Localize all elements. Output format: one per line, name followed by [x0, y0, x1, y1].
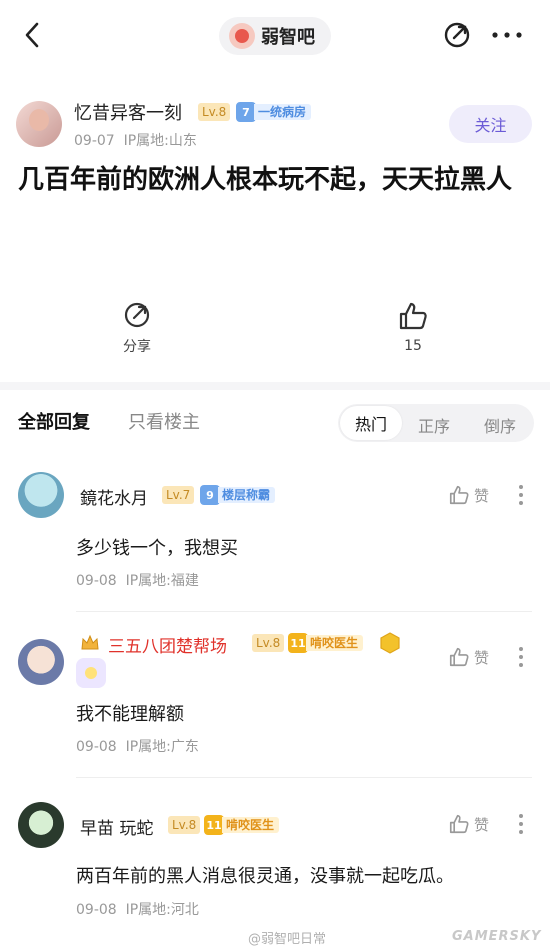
sort-ascending[interactable]: 正序 — [418, 413, 450, 437]
crown-icon — [80, 633, 100, 653]
like-count: 15 — [404, 338, 422, 354]
gem-icon: 9 — [200, 485, 220, 505]
comment-username[interactable]: 三五八团楚帮场 — [108, 632, 227, 657]
thumbs-up-icon — [399, 302, 427, 330]
comment-username[interactable]: 鏡花水月 — [80, 484, 148, 509]
emoji-badge-icon — [76, 658, 106, 688]
share-action[interactable]: 分享 — [97, 300, 177, 356]
share-label: 分享 — [123, 339, 151, 355]
avatar[interactable] — [18, 472, 64, 518]
forum-pill[interactable]: 弱智吧 — [219, 17, 331, 55]
avatar[interactable] — [18, 802, 64, 848]
fan-tag: 11 啃咬医生 — [204, 815, 280, 835]
thumbs-up-icon — [449, 647, 469, 667]
op-avatar[interactable] — [16, 101, 62, 147]
comment-date: 09-08 — [76, 573, 117, 589]
share-icon[interactable] — [442, 20, 472, 50]
more-options-icon[interactable] — [490, 23, 524, 47]
comment-ip: IP属地:河北 — [125, 902, 199, 918]
back-arrow-icon[interactable] — [18, 20, 48, 50]
comment-meta: 09-08 IP属地:福建 — [76, 570, 199, 590]
follow-button[interactable]: 关注 — [449, 105, 532, 143]
fan-tag-label: 啃咬医生 — [306, 635, 364, 651]
post-meta: 09-07 IP属地:山东 — [74, 130, 197, 150]
like-action[interactable]: 15 — [373, 300, 453, 354]
comment-like-button[interactable]: 赞 — [448, 484, 489, 506]
level-badge: Lv.8 — [198, 103, 231, 121]
like-label: 赞 — [474, 486, 490, 505]
fan-tag: 11 啃咬医生 — [288, 633, 364, 653]
forum-avatar — [229, 23, 255, 49]
comment-text: 我不能理解额 — [76, 704, 184, 725]
like-label: 赞 — [474, 815, 490, 834]
comment-meta: 09-08 IP属地:河北 — [76, 899, 199, 919]
post-ip: IP属地:山东 — [123, 133, 197, 149]
post-title: 几百年前的欧洲人根本玩不起，天天拉黑人 — [18, 165, 513, 195]
comment-ip: IP属地:福建 — [125, 573, 199, 589]
more-options-icon[interactable] — [516, 646, 526, 668]
honeycomb-icon — [378, 631, 402, 655]
post-date: 09-07 — [74, 133, 115, 149]
like-label: 赞 — [474, 648, 490, 667]
comment-username[interactable]: 早苗 玩蛇 — [80, 814, 153, 839]
comment-meta: 09-08 IP属地:广东 — [76, 736, 199, 756]
gem-icon: 11 — [204, 815, 224, 835]
comment-like-button[interactable]: 赞 — [448, 813, 489, 835]
watermark-brand: GAMERSKY — [452, 929, 542, 944]
avatar[interactable] — [18, 639, 64, 685]
comment-like-button[interactable]: 赞 — [448, 646, 489, 668]
more-options-icon[interactable] — [516, 813, 526, 835]
gem-icon: 7 — [236, 102, 256, 122]
tab-op-only[interactable]: 只看楼主 — [128, 408, 200, 434]
thumbs-up-icon — [449, 485, 469, 505]
level-badge: Lv.7 — [162, 486, 195, 504]
level-badge: Lv.8 — [252, 634, 285, 652]
level-badge: Lv.8 — [168, 816, 201, 834]
fan-tag: 7 一统病房 — [236, 102, 312, 122]
gem-icon: 11 — [288, 633, 308, 653]
sort-hot[interactable]: 热门 — [340, 406, 402, 440]
forum-name: 弱智吧 — [261, 27, 315, 48]
share-icon — [124, 302, 150, 328]
comment-date: 09-08 — [76, 902, 117, 918]
comment-date: 09-08 — [76, 739, 117, 755]
sort-descending[interactable]: 倒序 — [484, 413, 516, 437]
fan-tag-label: 一统病房 — [254, 104, 312, 120]
comment-separator — [76, 777, 532, 778]
fan-tag-label: 啃咬医生 — [222, 817, 280, 833]
tab-all-replies[interactable]: 全部回复 — [18, 408, 90, 434]
more-options-icon[interactable] — [516, 484, 526, 506]
section-divider — [0, 382, 550, 390]
thumbs-up-icon — [449, 814, 469, 834]
fan-tag: 9 楼层称霸 — [200, 485, 276, 505]
fan-tag-label: 楼层称霸 — [218, 487, 276, 503]
comment-ip: IP属地:广东 — [125, 739, 199, 755]
comment-text: 两百年前的黑人消息很灵通，没事就一起吃瓜。 — [76, 866, 454, 887]
comment-text: 多少钱一个，我想买 — [76, 538, 238, 559]
op-username[interactable]: 忆昔异客一刻 — [74, 99, 182, 125]
watermark: @弱智吧日常 — [248, 932, 327, 947]
comment-separator — [76, 611, 532, 612]
